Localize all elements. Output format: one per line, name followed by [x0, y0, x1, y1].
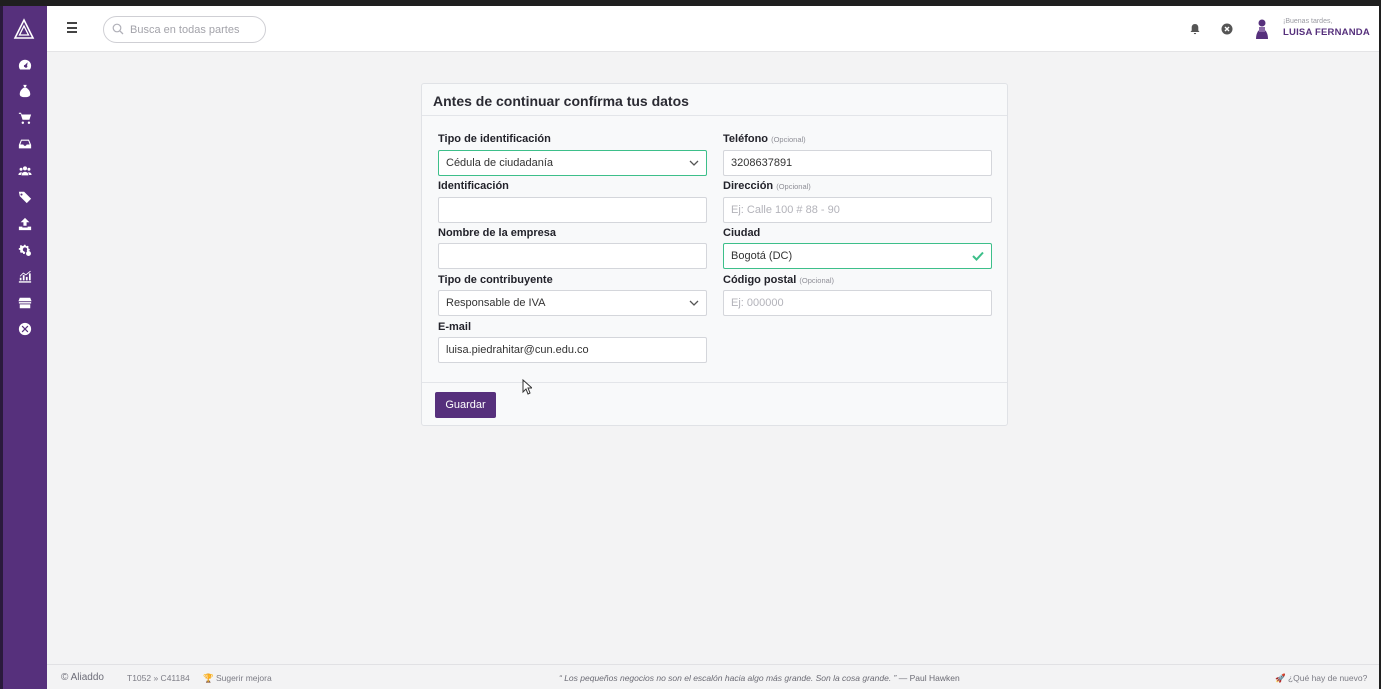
company-name-field[interactable]	[438, 243, 707, 269]
phone-label-text: Teléfono	[723, 133, 769, 145]
save-button[interactable]: Guardar	[435, 392, 496, 418]
company-name-label: Nombre de la empresa	[438, 227, 556, 239]
city-label: Ciudad	[723, 227, 761, 239]
postal-code-optional-tag: (Opcional)	[799, 276, 834, 285]
users-icon[interactable]	[15, 161, 35, 181]
footer-quote: “ Los pequeños negocios no son el escaló…	[559, 673, 960, 683]
postal-code-label-text: Código postal	[723, 274, 797, 286]
top-bar: ¡Buenas tardes, LUISA FERNANDA	[47, 6, 1379, 52]
email-label: E-mail	[438, 321, 472, 333]
address-field[interactable]: Ej: Calle 100 # 88 - 90	[723, 197, 992, 223]
close-circle-icon[interactable]	[1221, 23, 1233, 35]
upload-icon[interactable]	[15, 214, 35, 234]
email-field[interactable]: luisa.piedrahitar@cun.edu.co	[438, 337, 707, 363]
phone-optional-tag: (Opcional)	[771, 135, 806, 144]
city-field[interactable]: Bogotá (DC)	[723, 243, 992, 269]
postal-code-label: Código postal (Opcional)	[723, 274, 834, 286]
app-window: ¡Buenas tardes, LUISA FERNANDA Antes de …	[0, 6, 1379, 689]
confirm-data-card: Antes de continuar confírma tus datos Ti…	[421, 83, 1008, 426]
id-type-select[interactable]: Cédula de ciudadanía	[438, 150, 707, 176]
whats-new-link[interactable]: 🚀 ¿Qué hay de nuevo?	[1275, 673, 1367, 684]
store-icon[interactable]	[15, 293, 35, 313]
card-divider	[422, 382, 1007, 383]
mouse-cursor-icon	[522, 379, 532, 395]
footer-brand: © Aliaddo	[61, 672, 104, 683]
chevron-down-icon	[689, 160, 699, 166]
bell-icon[interactable]	[1189, 23, 1201, 35]
postal-code-placeholder: Ej: 000000	[731, 297, 784, 309]
footer-build: T1052 » C41184	[127, 673, 190, 683]
address-placeholder: Ej: Calle 100 # 88 - 90	[731, 204, 840, 216]
city-value: Bogotá (DC)	[731, 250, 793, 262]
money-bag-icon[interactable]	[15, 81, 35, 101]
menu-toggle-icon[interactable]	[67, 22, 81, 36]
identification-label: Identificación	[438, 180, 509, 192]
phone-label: Teléfono (Opcional)	[723, 133, 806, 145]
suggest-improvement-link[interactable]: 🏆 Sugerir mejora	[203, 673, 272, 684]
address-label-text: Dirección	[723, 180, 774, 192]
dashboard-icon[interactable]	[15, 55, 35, 75]
tags-icon[interactable]	[15, 187, 35, 207]
search-box[interactable]	[103, 16, 266, 43]
search-input[interactable]	[130, 21, 260, 39]
phone-field[interactable]: 3208637891	[723, 150, 992, 176]
settings-icon[interactable]	[15, 240, 35, 260]
card-title: Antes de continuar confírma tus datos	[433, 93, 689, 109]
postal-code-field[interactable]: Ej: 000000	[723, 290, 992, 316]
chevron-down-icon	[689, 300, 699, 306]
id-type-value: Cédula de ciudadanía	[446, 157, 554, 169]
phone-value: 3208637891	[731, 157, 793, 169]
close-circle-icon[interactable]	[15, 319, 35, 339]
address-label: Dirección (Opcional)	[723, 180, 811, 192]
address-optional-tag: (Opcional)	[776, 182, 811, 191]
check-icon	[972, 251, 984, 261]
aliaddo-logo[interactable]	[13, 18, 35, 40]
chart-icon[interactable]	[15, 266, 35, 286]
identification-field[interactable]	[438, 197, 707, 223]
search-icon	[112, 23, 124, 35]
user-name[interactable]: LUISA FERNANDA	[1283, 27, 1370, 38]
id-type-label: Tipo de identificación	[438, 133, 551, 145]
card-header: Antes de continuar confírma tus datos	[422, 84, 1007, 116]
contributor-type-label: Tipo de contribuyente	[438, 274, 553, 286]
email-value: luisa.piedrahitar@cun.edu.co	[446, 344, 589, 356]
contributor-type-value: Responsable de IVA	[446, 297, 546, 309]
quote-text: “ Los pequeños negocios no son el escaló…	[559, 673, 897, 683]
avatar[interactable]	[1253, 18, 1271, 40]
greeting-text: ¡Buenas tardes,	[1283, 18, 1333, 25]
contributor-type-select[interactable]: Responsable de IVA	[438, 290, 707, 316]
sidebar	[0, 6, 47, 689]
inbox-icon[interactable]	[15, 134, 35, 154]
quote-author: — Paul Hawken	[898, 673, 960, 683]
footer: © Aliaddo T1052 » C41184 🏆 Sugerir mejor…	[47, 664, 1379, 689]
cart-icon[interactable]	[15, 108, 35, 128]
